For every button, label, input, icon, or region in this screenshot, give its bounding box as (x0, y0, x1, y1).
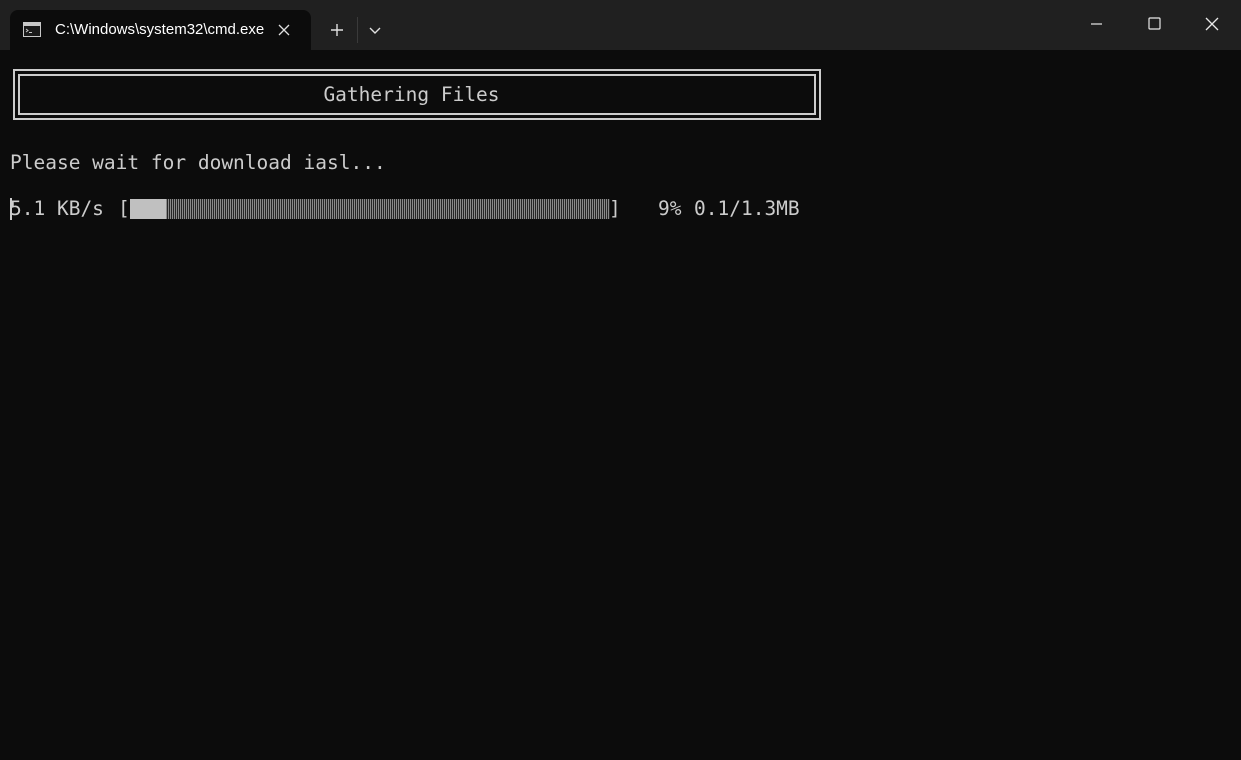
progress-bar (130, 199, 610, 219)
download-size: 0.1/1.3MB (694, 197, 800, 220)
close-icon[interactable] (1183, 0, 1241, 48)
plus-icon[interactable] (320, 15, 354, 45)
terminal-window: C:\Windows\system32\cmd.exe Gathering Fi… (0, 0, 1241, 760)
progress-bar-fill (130, 199, 166, 219)
download-speed: 5.1 KB/s (10, 197, 104, 220)
console-icon (23, 22, 41, 37)
text-cursor (10, 198, 12, 220)
progress-bracket-close: ] (609, 197, 621, 220)
chevron-down-icon[interactable] (360, 15, 390, 45)
minimize-icon[interactable] (1068, 0, 1125, 48)
tab-cmd[interactable]: C:\Windows\system32\cmd.exe (10, 10, 311, 50)
close-icon[interactable] (274, 20, 294, 40)
tab-title: C:\Windows\system32\cmd.exe (55, 21, 265, 38)
wait-message: Please wait for download iasl... (10, 151, 386, 174)
title-bar[interactable]: C:\Windows\system32\cmd.exe (0, 0, 1241, 50)
progress-percent: 9% (658, 197, 682, 220)
header-title: Gathering Files (323, 83, 500, 106)
console-area[interactable]: Gathering Files Please wait for download… (0, 50, 1241, 760)
tab-divider (357, 17, 358, 43)
progress-line: 5.1 KB/s [ ] 9% 0.1/1.3MB (0, 198, 1241, 220)
progress-bracket-open: [ (118, 197, 130, 220)
maximize-icon[interactable] (1125, 0, 1183, 48)
